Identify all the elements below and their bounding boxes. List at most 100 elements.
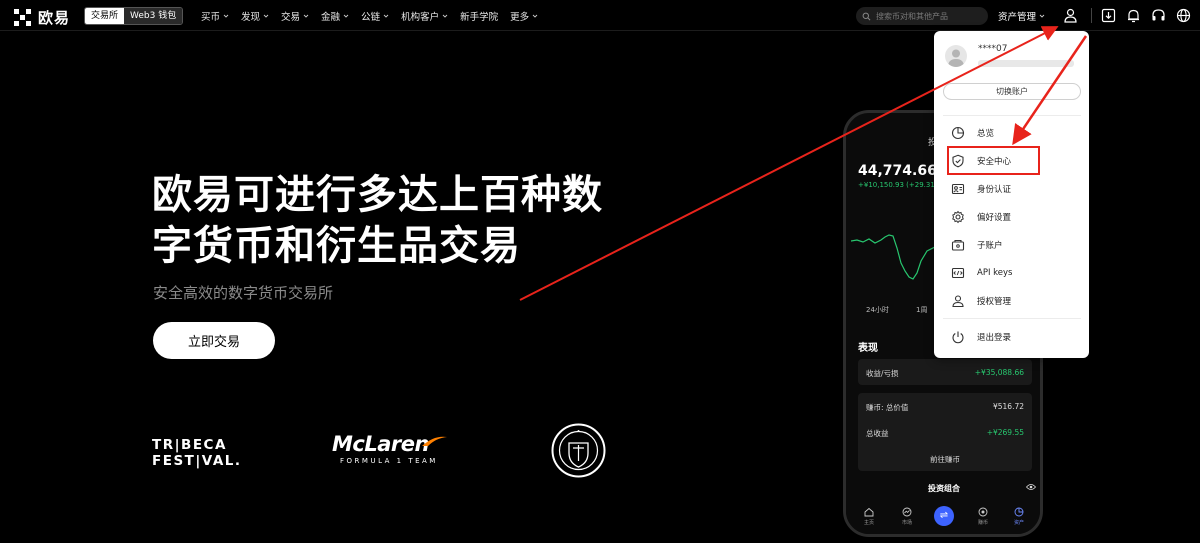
chevron-down-icon (343, 14, 349, 18)
portfolio-title: 投资组合 (928, 484, 960, 493)
phone-tab-home[interactable]: 主页 (854, 507, 884, 526)
phone-tab-label: 主页 (863, 520, 874, 526)
menu-chain[interactable]: 公链 (361, 9, 389, 23)
chevron-down-icon (442, 14, 448, 18)
hero-subtitle: 安全高效的数字货币交易所 (153, 284, 334, 302)
earn-total-row: 赚币: 总价值 ¥516.72 (866, 402, 1024, 413)
tab-exchange[interactable]: 交易所 (85, 8, 125, 24)
headset-icon[interactable] (1150, 7, 1167, 24)
menu-item-api-keys[interactable]: API keys (951, 264, 1012, 282)
menu-item-sub-account[interactable]: 子账户 (951, 236, 1003, 254)
menu-institutional[interactable]: 机构客户 (401, 9, 448, 23)
menu-buy-crypto[interactable]: 买币 (201, 9, 229, 23)
total-income-label: 总收益 (866, 429, 889, 438)
phone-tab-bar: 主页 市场 ⇌ 赚币 资产 (846, 496, 1040, 534)
earn-card: 赚币: 总价值 ¥516.72 总收益 +¥269.55 前往赚币 (858, 393, 1032, 471)
okx-logo-icon (14, 8, 32, 27)
phone-tab-market[interactable]: 市场 (892, 507, 922, 526)
top-nav: 欧易 交易所 Web3 钱包 买币 发现 交易 金融 公链 机构客户 新手学院 … (0, 0, 1200, 31)
menu-item-label: 总览 (977, 129, 995, 139)
product-switch: 交易所 Web3 钱包 (84, 7, 184, 25)
menu-label: 更多 (510, 11, 530, 23)
sub-account-icon (951, 239, 965, 251)
phone-tab-assets[interactable]: 资产 (1004, 507, 1034, 526)
globe-icon[interactable] (1175, 7, 1192, 24)
download-icon[interactable] (1100, 7, 1117, 24)
okx-logo[interactable]: 欧易 (14, 7, 70, 28)
api-icon (951, 267, 965, 279)
menu-item-logout[interactable]: 退出登录 (951, 328, 1011, 346)
pnl-value: +¥35,088.66 (974, 368, 1024, 377)
avatar (945, 45, 967, 67)
trade-now-button[interactable]: 立即交易 (153, 322, 275, 359)
user-icon[interactable] (1062, 7, 1079, 24)
chevron-down-icon (223, 14, 229, 18)
logo-text: 欧易 (38, 9, 71, 27)
menu-item-overview[interactable]: 总览 (951, 124, 994, 142)
chevron-down-icon (303, 14, 309, 18)
menu-trade[interactable]: 交易 (281, 9, 309, 23)
menu-item-label: 授权管理 (977, 297, 1012, 307)
menu-label: 买币 (201, 11, 221, 23)
hero-title-line-2: 字货币和衍生品交易 (152, 223, 521, 269)
menu-finance[interactable]: 金融 (321, 9, 349, 23)
user-dropdown-menu: ****07 切换账户 总览 安全中心 身份认证 偏好设置 子账户 API ke… (934, 31, 1089, 358)
mclaren-swoosh-icon (422, 436, 447, 446)
authorize-icon (952, 295, 964, 308)
pnl-card: 收益/亏损 +¥35,088.66 (858, 359, 1032, 385)
eye-icon[interactable] (1026, 483, 1036, 491)
phone-tab-label: 市场 (901, 520, 912, 526)
search-input[interactable]: 搜索币对和其他产品 (856, 7, 988, 25)
menu-discover[interactable]: 发现 (241, 9, 269, 23)
pnl-label: 收益/亏损 (866, 369, 899, 378)
hero-title-line-1: 欧易可进行多达上百种数 (152, 172, 603, 218)
menu-item-authorization[interactable]: 授权管理 (951, 292, 1011, 310)
chevron-down-icon (532, 14, 538, 18)
divider (943, 115, 1081, 116)
range-1w: 1周 (916, 306, 928, 314)
earn-icon (978, 507, 988, 517)
menu-label: 机构客户 (401, 11, 440, 23)
tribeca-festival-logo: TR|BECA FEST|VAL. (152, 437, 242, 469)
user-uid-masked (978, 60, 1074, 67)
market-icon (902, 507, 912, 517)
phone-tab-earn[interactable]: 赚币 (968, 507, 998, 526)
bell-icon[interactable] (1125, 7, 1142, 24)
gear-icon (952, 210, 964, 224)
menu-item-identity-verification[interactable]: 身份认证 (951, 180, 1011, 198)
avatar-user-icon (948, 49, 964, 67)
chevron-down-icon (383, 14, 389, 18)
earn-total-value: ¥516.72 (992, 402, 1024, 411)
hero-title: 欧易可进行多达上百种数 字货币和衍生品交易 (152, 170, 712, 272)
assets-icon (1014, 507, 1024, 517)
range-24h: 24小时 (866, 306, 889, 314)
tribeca-line-2: FEST|VAL. (152, 453, 242, 469)
menu-item-label: 退出登录 (977, 333, 1012, 343)
phone-tab-label: 资产 (1013, 520, 1024, 526)
divider (943, 318, 1081, 319)
menu-label: 公链 (361, 11, 381, 23)
total-income-row: 总收益 +¥269.55 (866, 428, 1024, 439)
menu-label: 交易 (281, 11, 301, 23)
menu-item-preferences[interactable]: 偏好设置 (951, 208, 1011, 226)
tab-web3-wallet[interactable]: Web3 钱包 (124, 8, 183, 24)
phone-balance-change: +¥10,150.93 (+29.31%) (858, 181, 945, 189)
search-icon (862, 12, 871, 20)
earn-total-label: 赚币: 总价值 (866, 403, 909, 412)
menu-label: 金融 (321, 11, 341, 23)
menu-more[interactable]: 更多 (510, 9, 538, 23)
asset-management-menu[interactable]: 资产管理 (998, 0, 1045, 31)
swap-icon[interactable]: ⇌ (934, 506, 954, 526)
switch-account-button[interactable]: 切换账户 (943, 83, 1081, 100)
id-card-icon (951, 183, 965, 195)
go-earn-button[interactable]: 前往赚币 (858, 454, 1032, 465)
chevron-down-icon (1039, 14, 1045, 18)
search-placeholder: 搜索币对和其他产品 (876, 11, 948, 21)
asset-management-label: 资产管理 (998, 11, 1037, 23)
menu-item-label: API keys (977, 268, 1013, 278)
menu-label: 发现 (241, 11, 261, 23)
chevron-down-icon (263, 14, 269, 18)
annotation-highlight-box (947, 146, 1040, 175)
mclaren-logo: McLaren FORMULA 1 TEAM (332, 432, 447, 465)
menu-academy[interactable]: 新手学院 (460, 9, 498, 23)
